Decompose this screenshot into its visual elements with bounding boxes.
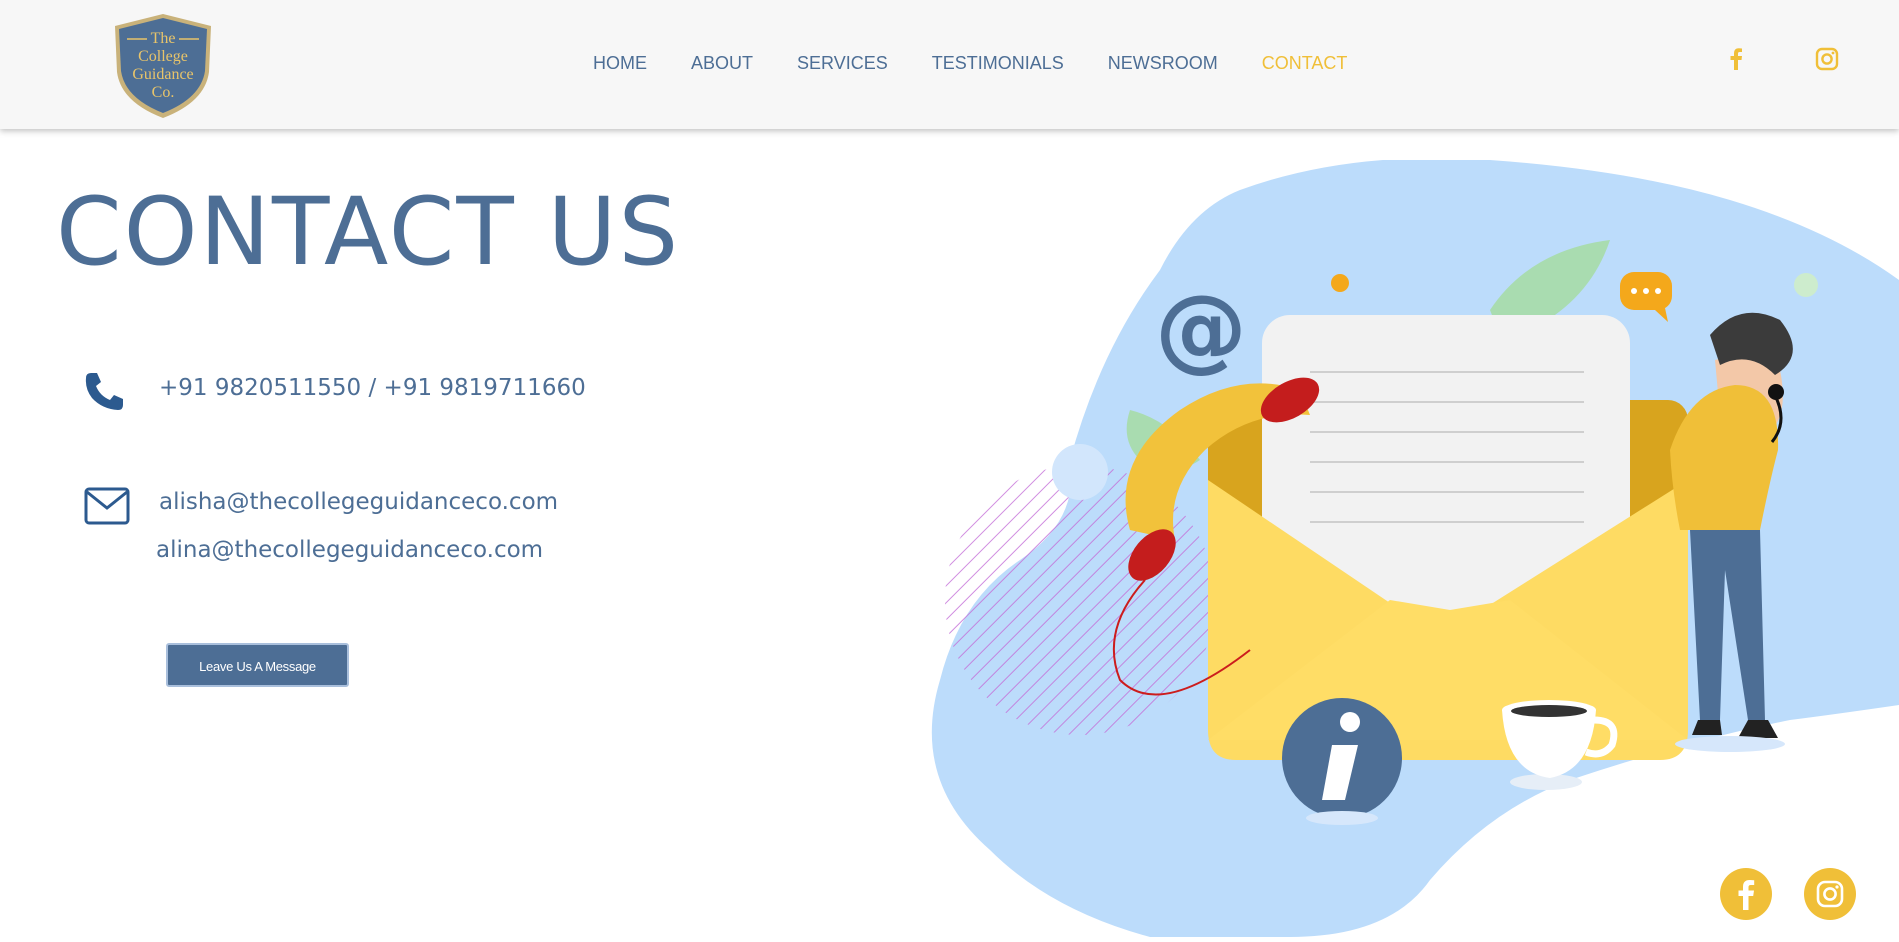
facebook-icon[interactable] xyxy=(1720,868,1772,920)
nav-contact[interactable]: CONTACT xyxy=(1262,53,1348,73)
facebook-icon[interactable] xyxy=(1721,44,1751,74)
logo-line-2: College xyxy=(138,48,188,65)
logo-text: The College Guidance Co. xyxy=(111,30,215,102)
page-title: CONTACT US xyxy=(56,178,681,287)
logo[interactable]: The College Guidance Co. xyxy=(111,12,215,120)
phone-numbers[interactable]: +91 9820511550 / +91 9819711660 xyxy=(159,375,586,401)
nav-newsroom[interactable]: NEWSROOM xyxy=(1108,53,1218,73)
nav-services[interactable]: SERVICES xyxy=(797,53,888,73)
main-nav: HOME ABOUT SERVICES TESTIMONIALS NEWSROO… xyxy=(593,53,1391,73)
svg-text:@: @ xyxy=(1155,275,1247,382)
nav-home[interactable]: HOME xyxy=(593,53,647,73)
logo-line-3: Guidance xyxy=(132,66,194,83)
site-header: The College Guidance Co. HOME ABOUT SERV… xyxy=(0,0,1899,129)
email-primary[interactable]: alisha@thecollegeguidanceco.com xyxy=(159,489,558,515)
instagram-icon[interactable] xyxy=(1812,44,1842,74)
email-secondary[interactable]: alina@thecollegeguidanceco.com xyxy=(156,537,543,563)
nav-about[interactable]: ABOUT xyxy=(691,53,753,73)
logo-line-1: The xyxy=(150,30,176,47)
phone-icon xyxy=(82,370,126,419)
logo-line-4: Co. xyxy=(151,84,175,101)
contact-illustration: @ xyxy=(930,158,1899,937)
nav-testimonials[interactable]: TESTIMONIALS xyxy=(932,53,1064,73)
mail-icon xyxy=(84,487,130,530)
leave-message-button[interactable]: Leave Us A Message xyxy=(166,643,349,687)
instagram-icon[interactable] xyxy=(1804,868,1856,920)
